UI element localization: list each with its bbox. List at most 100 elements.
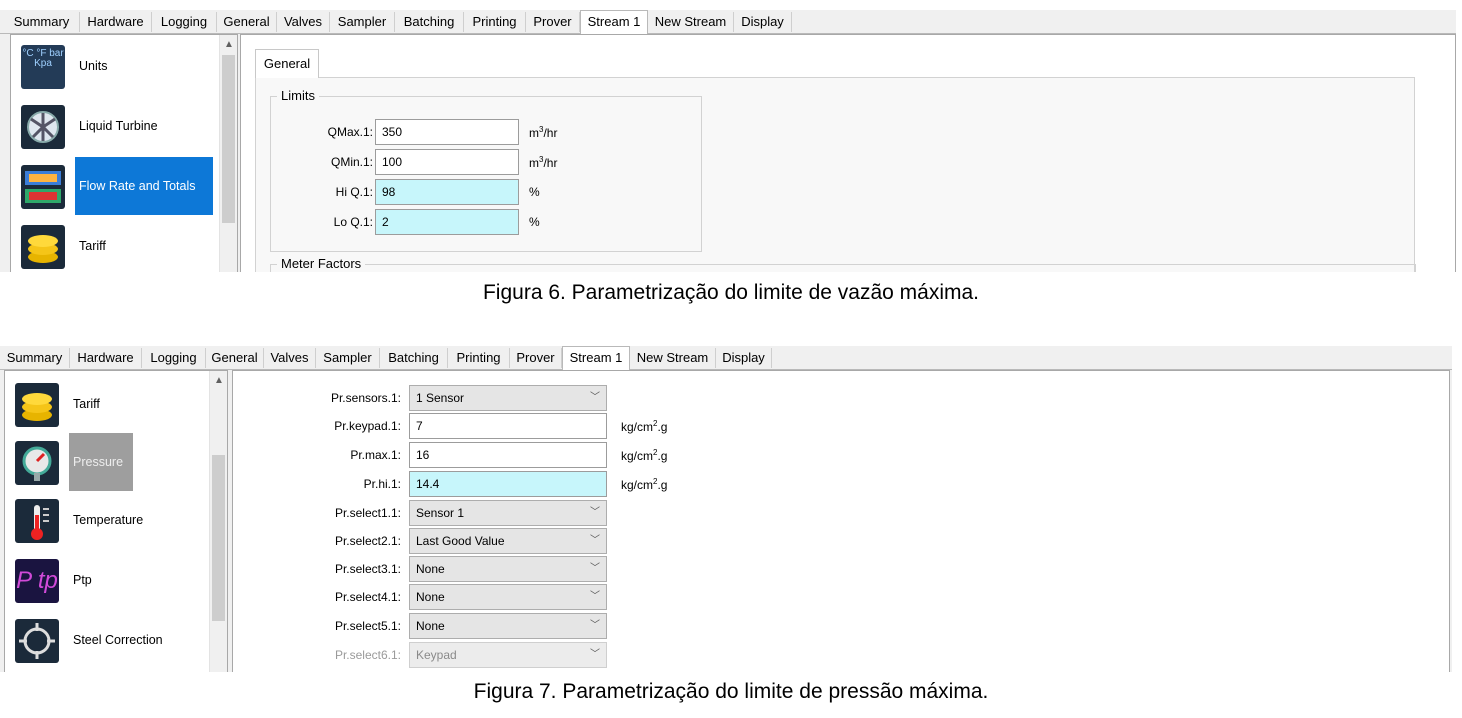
nav-list: Tariff Pressure Temperature P tp Ptp Ste…	[4, 370, 228, 672]
tab-stream-1[interactable]: Stream 1	[580, 10, 648, 34]
tab-sampler[interactable]: Sampler	[330, 12, 395, 32]
scroll-thumb[interactable]	[212, 455, 225, 621]
nav-list: °C °F bar Kpa Units Liquid Turbine Flow …	[10, 34, 238, 272]
hiq-input[interactable]: 98	[375, 179, 519, 205]
loq-input[interactable]: 2	[375, 209, 519, 235]
pr-select6-label: Pr.select6.1:	[334, 648, 401, 662]
chevron-down-icon: ﹀	[590, 620, 600, 631]
tab-new-stream[interactable]: New Stream	[630, 348, 716, 368]
chevron-down-icon: ﹀	[590, 649, 600, 660]
flow-rate-icon	[21, 165, 65, 209]
tab-sampler[interactable]: Sampler	[316, 348, 380, 368]
nav-item-pressure[interactable]: Pressure	[5, 433, 205, 491]
tab-stream-1[interactable]: Stream 1	[562, 346, 630, 370]
loq-label: Lo Q.1:	[333, 215, 373, 229]
scroll-thumb[interactable]	[222, 55, 235, 223]
tab-summary[interactable]: Summary	[0, 348, 70, 368]
tab-general[interactable]: General	[217, 12, 277, 32]
pr-select1-value: Sensor 1	[416, 506, 465, 520]
meter-factors-group-label: Meter Factors	[277, 256, 366, 271]
pressure-gauge-icon	[15, 441, 59, 485]
pr-select3-value: None	[416, 562, 445, 576]
qmax-input[interactable]: 350	[375, 119, 519, 145]
qmin-unit: m3/hr	[529, 155, 558, 170]
limits-group-label: Limits	[277, 88, 319, 103]
pr-keypad-input[interactable]: 7	[409, 413, 607, 439]
pressure-settings-pane: Pr.sensors.1: 1 Sensor ﹀ Pr.keypad.1: 7 k…	[232, 370, 1450, 672]
scroll-up-icon[interactable]: ▲	[224, 39, 234, 50]
nav-item-tariff[interactable]: Tariff	[11, 217, 211, 272]
qmin-input[interactable]: 100	[375, 149, 519, 175]
tab-prover[interactable]: Prover	[510, 348, 562, 368]
nav-scrollbar[interactable]: ▲	[209, 371, 227, 672]
tab-printing[interactable]: Printing	[464, 12, 526, 32]
nav-label: Steel Correction	[73, 633, 163, 647]
thermometer-icon	[15, 499, 59, 543]
pr-sensors-select[interactable]: 1 Sensor ﹀	[409, 385, 607, 411]
pr-select4-value: None	[416, 590, 445, 604]
nav-label: Liquid Turbine	[79, 119, 158, 133]
pr-select4-label: Pr.select4.1:	[334, 590, 401, 604]
pr-select1-label: Pr.select1.1:	[334, 506, 401, 520]
nav-label: Flow Rate and Totals	[75, 157, 213, 215]
tab-general[interactable]: General	[206, 348, 264, 368]
tab-batching[interactable]: Batching	[380, 348, 448, 368]
tab-batching[interactable]: Batching	[395, 12, 464, 32]
nav-item-tariff[interactable]: Tariff	[5, 375, 205, 433]
tab-hardware[interactable]: Hardware	[80, 12, 152, 32]
nav-item-ptp[interactable]: P tp Ptp	[5, 551, 205, 609]
figure7-screenshot: Summary Hardware Logging General Valves …	[0, 346, 1452, 672]
pr-select5-value: None	[416, 619, 445, 633]
loq-unit: %	[529, 215, 540, 229]
tab-summary[interactable]: Summary	[4, 12, 80, 32]
qmax-label: QMax.1:	[327, 125, 373, 139]
pr-keypad-label: Pr.keypad.1:	[334, 419, 401, 433]
chevron-down-icon: ﹀	[590, 535, 600, 546]
pr-sensors-value: 1 Sensor	[416, 391, 465, 405]
ptp-icon: P tp	[15, 559, 59, 603]
tab-hardware[interactable]: Hardware	[70, 348, 142, 368]
pr-select4-select[interactable]: None ﹀	[409, 584, 607, 610]
hiq-label: Hi Q.1:	[335, 185, 373, 199]
nav-scrollbar[interactable]: ▲	[219, 35, 237, 272]
nav-item-flow-rate-and-totals[interactable]: Flow Rate and Totals	[11, 157, 213, 215]
tab-prover[interactable]: Prover	[526, 12, 580, 32]
nav-label: Tariff	[79, 239, 106, 253]
stream-settings-pane: General Limits QMax.1: 350 m3/hr QMin.1:…	[240, 34, 1456, 272]
scroll-up-icon[interactable]: ▲	[214, 375, 224, 386]
pr-select2-select[interactable]: Last Good Value ﹀	[409, 528, 607, 554]
coins-icon	[15, 383, 59, 427]
tab-new-stream[interactable]: New Stream	[648, 12, 734, 32]
nav-item-liquid-turbine[interactable]: Liquid Turbine	[11, 97, 211, 155]
tab-display[interactable]: Display	[716, 348, 772, 368]
pr-select1-select[interactable]: Sensor 1 ﹀	[409, 500, 607, 526]
subtab-general[interactable]: General	[255, 49, 319, 78]
pr-select3-select[interactable]: None ﹀	[409, 556, 607, 582]
pr-max-input[interactable]: 16	[409, 442, 607, 468]
meter-factors-group: Meter Factors	[270, 256, 1416, 272]
tab-valves[interactable]: Valves	[277, 12, 330, 32]
tab-logging[interactable]: Logging	[152, 12, 217, 32]
nav-label: Temperature	[73, 513, 144, 527]
turbine-icon	[21, 105, 65, 149]
nav-item-steel-correction[interactable]: Steel Correction	[5, 611, 205, 669]
general-panel: Limits QMax.1: 350 m3/hr QMin.1: 100 m3/…	[255, 77, 1416, 272]
tab-display[interactable]: Display	[734, 12, 792, 32]
nav-item-units[interactable]: °C °F bar Kpa Units	[11, 37, 211, 95]
tab-valves[interactable]: Valves	[264, 348, 316, 368]
pr-select3-label: Pr.select3.1:	[334, 562, 401, 576]
nav-item-temperature[interactable]: Temperature	[5, 491, 205, 549]
figure6-screenshot: Summary Hardware Logging General Valves …	[0, 10, 1456, 272]
tab-printing[interactable]: Printing	[448, 348, 510, 368]
nav-label: Ptp	[73, 573, 92, 587]
pr-select5-label: Pr.select5.1:	[334, 619, 401, 633]
main-tabbar: Summary Hardware Logging General Valves …	[0, 346, 1452, 370]
chevron-down-icon: ﹀	[590, 392, 600, 403]
pr-hi-input[interactable]: 14.4	[409, 471, 607, 497]
qmin-label: QMin.1:	[330, 155, 373, 169]
pr-keypad-unit: kg/cm2.g	[621, 419, 668, 434]
pr-select5-select[interactable]: None ﹀	[409, 613, 607, 639]
pr-hi-unit: kg/cm2.g	[621, 477, 668, 492]
nav-label: Units	[79, 59, 108, 73]
tab-logging[interactable]: Logging	[142, 348, 206, 368]
